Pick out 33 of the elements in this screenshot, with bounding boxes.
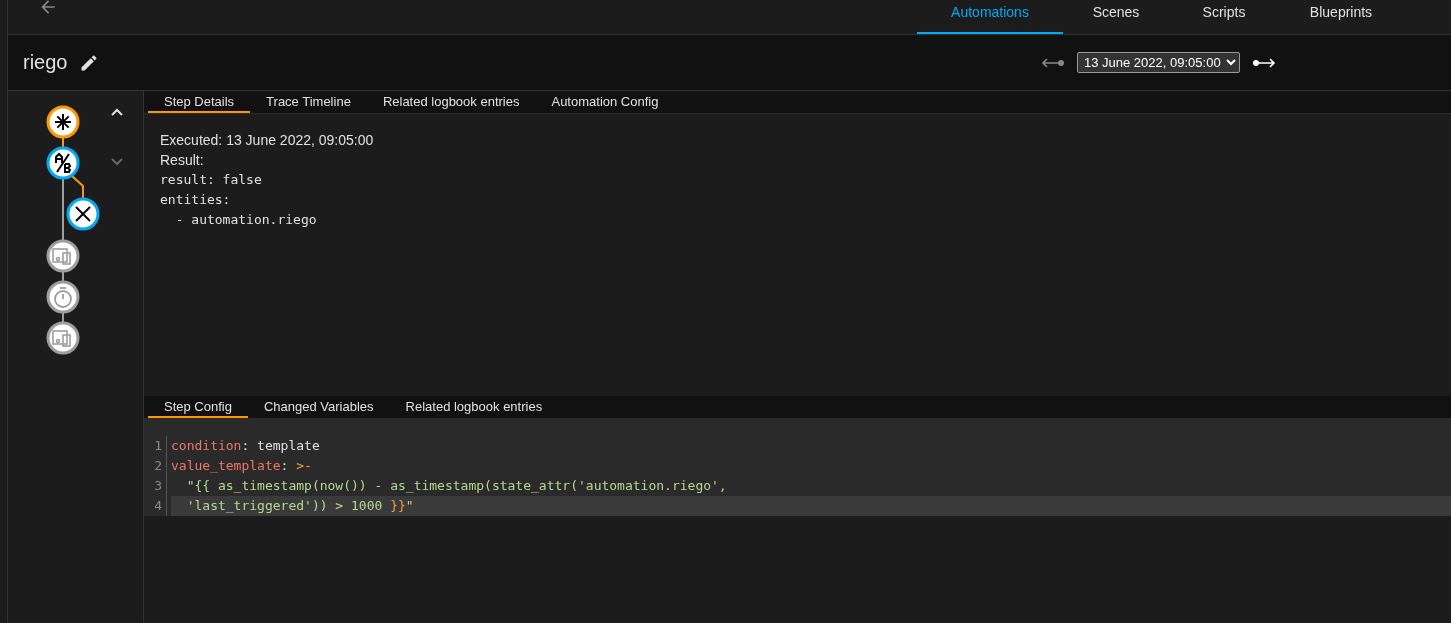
result-label: Result: [160, 151, 205, 170]
automation-title: riego [23, 51, 68, 74]
config-tab[interactable]: Related logbook entries [389, 396, 559, 418]
previous-trace-icon[interactable] [1041, 57, 1065, 68]
detail-tab[interactable]: Automation Config [535, 91, 675, 113]
stop-node-icon[interactable] [66, 197, 100, 231]
code-line: "{{ as_timestamp(now()) - as_timestamp(state_attr('automation.riego', [185, 477, 728, 495]
trace-select[interactable]: 13 June 2022, 09:05:00 [1077, 52, 1240, 73]
executed-text: Executed: 13 June 2022, 09:05:00 [160, 131, 375, 150]
condition-node-icon[interactable] [46, 146, 80, 180]
line-number: 2 [144, 456, 167, 476]
result-yaml-line: - automation.riego [174, 211, 318, 229]
detail-tab[interactable]: Related logbook entries [366, 91, 536, 113]
device-node-icon[interactable] [46, 239, 80, 273]
line-number: 4 [144, 496, 167, 516]
config-tab[interactable]: Changed Variables [247, 396, 390, 418]
detail-tab[interactable]: Trace Timeline [250, 91, 367, 113]
line-number: 1 [144, 436, 167, 456]
detail-tab[interactable]: Step Details [148, 91, 251, 113]
device-node-icon[interactable] [46, 321, 80, 355]
code-line: value_template: >- [171, 457, 313, 475]
line-number: 3 [144, 476, 167, 496]
nav-tab[interactable]: Scripts [1169, 0, 1279, 34]
chevron-up-icon[interactable] [110, 107, 124, 117]
trigger-node-icon[interactable] [46, 105, 80, 139]
result-yaml-line: entities: [160, 191, 232, 209]
code-line: condition: template [171, 437, 321, 455]
code-editor[interactable]: 1 condition: template 2 value_template: >- 3 "{{ as_timestamp(now()) - as_timestamp(state_attr('automation.riego', 4 'last_triggered')) > 1000 }}" [144, 419, 1451, 516]
result-yaml-line: result: false [160, 171, 263, 189]
delay-node-icon[interactable] [46, 280, 80, 314]
next-trace-icon[interactable] [1252, 57, 1276, 68]
nav-tab[interactable]: Scenes [1063, 0, 1169, 34]
nav-tab[interactable]: Blueprints [1279, 0, 1403, 34]
